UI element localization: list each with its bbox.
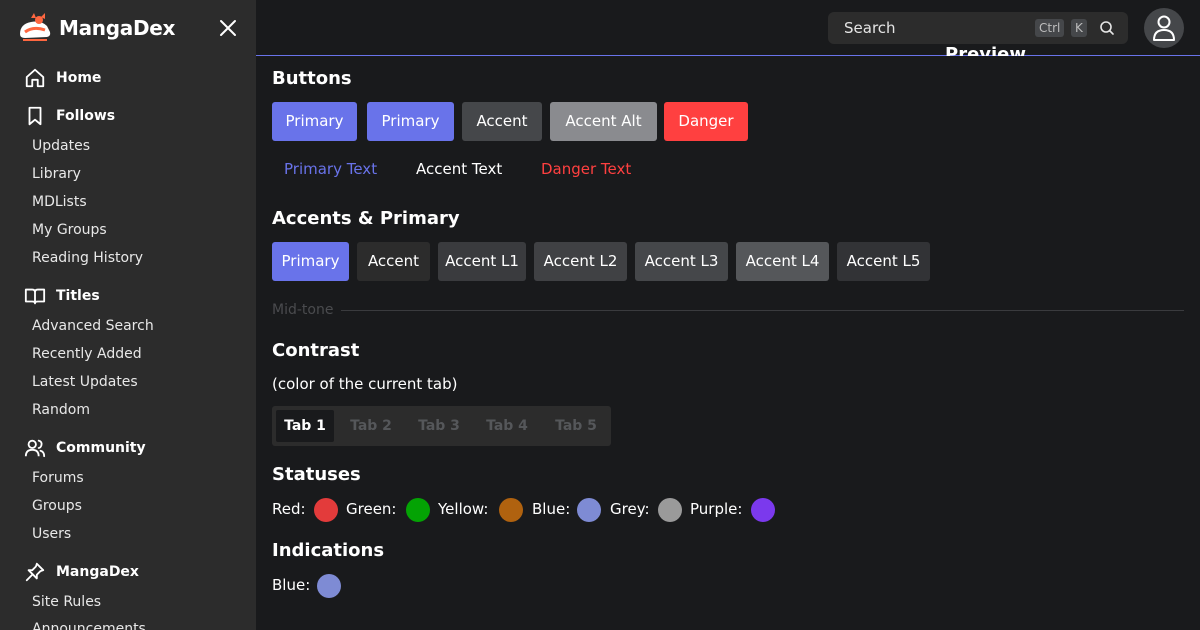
status-red-dot [314,498,338,522]
book-open-icon [24,288,46,305]
sidebar-item-latest-updates[interactable]: Latest Updates [32,372,138,392]
tab-4[interactable]: Tab 4 [476,410,538,442]
status-purple-label: Purple: [690,500,743,518]
statuses-heading: Statuses [272,464,361,485]
indication-blue-dot [317,574,341,598]
sidebar-item-library[interactable]: Library [32,164,81,184]
brand[interactable]: MangaDex [17,12,175,44]
contrast-subtext: (color of the current tab) [272,375,458,393]
accent-primary-button[interactable]: Primary [272,242,349,281]
user-icon [1153,15,1175,41]
brand-name: MangaDex [59,16,176,40]
sidebar-item-advanced-search[interactable]: Advanced Search [32,316,154,336]
sidebar-item-announcements[interactable]: Announcements [32,619,146,630]
nav-mangadex[interactable]: MangaDex [24,560,139,584]
primary-button-1[interactable]: Primary [272,102,357,141]
sidebar-item-groups[interactable]: Groups [32,496,82,516]
accent-text-button[interactable]: Accent Text [416,160,502,178]
mangadex-logo-icon [20,13,51,41]
nav-home[interactable]: Home [24,66,101,90]
status-blue-label: Blue: [532,500,571,518]
nav-community[interactable]: Community [24,436,146,460]
indications-heading: Indications [272,540,385,561]
sidebar-item-forums[interactable]: Forums [32,468,84,488]
midtone-divider: Mid-tone [272,300,1184,320]
sidebar-item-recently-added[interactable]: Recently Added [32,344,142,364]
nav-follows[interactable]: Follows [24,104,115,128]
sidebar-item-site-rules[interactable]: Site Rules [32,592,101,612]
status-green-dot [406,498,430,522]
nav-community-label: Community [56,440,146,456]
users-icon [24,439,46,458]
kbd-k: K [1071,19,1087,37]
primary-button-2[interactable]: Primary [367,102,454,141]
nav-mangadex-label: MangaDex [56,564,139,580]
status-yellow-label: Yellow: [438,500,489,518]
status-yellow-dot [499,498,523,522]
status-grey-label: Grey: [610,500,650,518]
status-red-label: Red: [272,500,306,518]
nav-titles-label: Titles [56,288,100,304]
danger-text-button[interactable]: Danger Text [541,160,631,178]
search-placeholder: Search [844,19,896,37]
primary-text-button[interactable]: Primary Text [284,160,377,178]
tab-3[interactable]: Tab 3 [408,410,470,442]
status-row: Red: Green: Yellow: Blue: Grey: Purple: [272,498,1184,522]
tab-bar: Tab 1 Tab 2 Tab 3 Tab 4 Tab 5 [272,406,611,446]
tab-1[interactable]: Tab 1 [276,410,334,442]
tab-5[interactable]: Tab 5 [545,410,607,442]
status-blue-dot [577,498,601,522]
sidebar-item-random[interactable]: Random [32,400,90,420]
status-grey-dot [658,498,682,522]
kbd-ctrl: Ctrl [1035,19,1065,37]
sidebar-item-users[interactable]: Users [32,524,71,544]
nav-home-label: Home [56,70,102,86]
pin-icon [25,562,45,582]
accent-base-button[interactable]: Accent [357,242,430,281]
accent-button[interactable]: Accent [462,102,542,141]
accent-l1-button[interactable]: Accent L1 [438,242,526,281]
sidebar-item-updates[interactable]: Updates [32,136,90,156]
bookmark-icon [28,106,42,126]
accent-alt-button[interactable]: Accent Alt [550,102,657,141]
avatar[interactable] [1144,8,1184,48]
danger-button[interactable]: Danger [664,102,748,141]
accents-heading: Accents & Primary [272,208,460,229]
divider-line [341,309,1184,311]
indication-blue-label: Blue: [272,576,311,594]
sidebar-item-reading-history[interactable]: Reading History [32,248,143,268]
midtone-label: Mid-tone [272,302,334,318]
tab-2[interactable]: Tab 2 [340,410,402,442]
search-icon[interactable] [1099,20,1115,36]
sidebar-item-my-groups[interactable]: My Groups [32,220,107,240]
sidebar-item-mdlists[interactable]: MDLists [32,192,87,212]
accent-l4-button[interactable]: Accent L4 [736,242,829,281]
top-bar: Preview Search Ctrl K [256,0,1200,56]
close-sidebar-icon[interactable] [216,16,240,40]
accent-l2-button[interactable]: Accent L2 [534,242,627,281]
contrast-heading: Contrast [272,340,360,361]
search-input[interactable]: Search Ctrl K [828,12,1128,44]
status-purple-dot [751,498,775,522]
nav-titles[interactable]: Titles [24,284,100,308]
buttons-heading: Buttons [272,68,352,89]
main-content: Buttons Primary Primary Accent Accent Al… [272,56,1184,630]
home-icon [25,68,45,88]
accent-l3-button[interactable]: Accent L3 [635,242,728,281]
nav-follows-label: Follows [56,108,116,124]
accent-l5-button[interactable]: Accent L5 [837,242,930,281]
indication-row: Blue: [272,574,1184,598]
sidebar: MangaDex Home Follows Updates Library MD… [0,0,256,630]
status-green-label: Green: [346,500,397,518]
